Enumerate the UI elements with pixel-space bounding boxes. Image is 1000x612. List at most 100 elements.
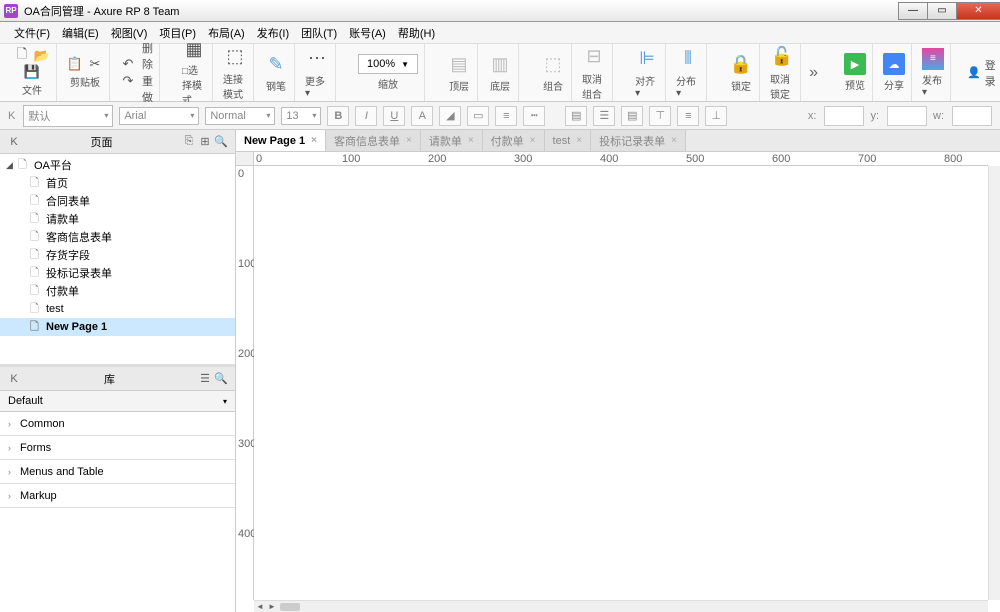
distribute-icon[interactable]: ⫴ [676, 47, 700, 71]
share-button[interactable]: ☁ [883, 53, 905, 75]
tab[interactable]: test× [545, 130, 592, 151]
menu-layout[interactable]: 布局(A) [202, 23, 251, 43]
add-folder-icon[interactable]: ⎘ [181, 135, 197, 148]
library-category[interactable]: ›Forms [0, 436, 235, 460]
collapse-toggle-icon[interactable]: ◢ [6, 160, 18, 171]
library-category[interactable]: ›Common [0, 412, 235, 436]
underline-button[interactable]: U [383, 106, 405, 126]
preview-button[interactable]: ▶ [844, 53, 866, 75]
x-input[interactable] [824, 106, 864, 126]
align-icon[interactable]: ⊫ [635, 47, 659, 71]
menu-publish[interactable]: 发布(I) [251, 23, 295, 43]
vertical-scrollbar[interactable] [988, 166, 1000, 600]
paste-icon[interactable]: 📋 [67, 56, 83, 72]
tab[interactable]: 请款单× [421, 130, 483, 151]
scroll-right-icon[interactable]: ► [266, 602, 278, 611]
w-input[interactable] [952, 106, 992, 126]
new-file-icon[interactable]: 🗋 [14, 48, 30, 64]
send-bottom-icon[interactable]: ▥ [488, 52, 512, 76]
add-page-icon[interactable]: ⊞ [197, 135, 213, 148]
border-width-button[interactable]: ≡ [495, 106, 517, 126]
connect-mode-icon[interactable]: ⬚ [223, 45, 247, 69]
menu-file[interactable]: 文件(F) [8, 23, 56, 43]
border-color-button[interactable]: ▭ [467, 106, 489, 126]
tree-page[interactable]: 🗋首页 [0, 174, 235, 192]
publish-button[interactable]: ≡ [922, 48, 944, 70]
library-select[interactable]: Default▾ [0, 391, 235, 412]
align-middle-button[interactable]: ≡ [677, 106, 699, 126]
cut-icon[interactable]: ✂ [87, 56, 103, 72]
group-icon[interactable]: ⬚ [541, 52, 565, 76]
menu-edit[interactable]: 编辑(E) [56, 23, 105, 43]
italic-button[interactable]: I [355, 106, 377, 126]
scrollbar-thumb[interactable] [280, 603, 300, 611]
align-bottom-button[interactable]: ⊥ [705, 106, 727, 126]
library-category[interactable]: ›Menus and Table [0, 460, 235, 484]
tree-page[interactable]: 🗋test [0, 300, 235, 318]
font-size-select[interactable]: 13▾ [281, 107, 321, 125]
delete-label[interactable]: 删除 [142, 40, 153, 72]
panel-collapse-icon[interactable]: K [6, 136, 22, 148]
library-category[interactable]: ›Markup [0, 484, 235, 508]
tree-page[interactable]: 🗋存货字段 [0, 246, 235, 264]
tab[interactable]: 付款单× [483, 130, 545, 151]
redo-label[interactable]: 重做 [142, 73, 153, 105]
minimize-button[interactable]: — [898, 2, 928, 20]
tree-page[interactable]: 🗋投标记录表单 [0, 264, 235, 282]
close-tab-icon[interactable]: × [576, 135, 582, 146]
font-select[interactable]: Arial▾ [119, 107, 199, 125]
search-pages-icon[interactable]: 🔍 [213, 135, 229, 148]
unlock-icon[interactable]: 🔓 [770, 45, 794, 69]
search-library-icon[interactable]: 🔍 [213, 372, 229, 385]
close-tab-icon[interactable]: × [468, 135, 474, 146]
tree-page[interactable]: 🗋合同表单 [0, 192, 235, 210]
overflow-icon[interactable]: » [805, 64, 822, 82]
more-icon[interactable]: ⋯ [305, 47, 329, 71]
y-input[interactable] [887, 106, 927, 126]
fill-color-button[interactable]: ◢ [439, 106, 461, 126]
bring-top-icon[interactable]: ▤ [447, 52, 471, 76]
select-mode-icon[interactable]: ▦ [182, 39, 206, 60]
menu-help[interactable]: 帮助(H) [392, 23, 441, 43]
close-button[interactable]: ✕ [956, 2, 1000, 20]
bold-button[interactable]: B [327, 106, 349, 126]
design-canvas[interactable] [254, 166, 988, 600]
close-tab-icon[interactable]: × [530, 135, 536, 146]
font-style-select[interactable]: Normal▾ [205, 107, 275, 125]
tab-active[interactable]: New Page 1× [236, 130, 326, 151]
library-menu-icon[interactable]: ☰ [197, 372, 213, 385]
close-tab-icon[interactable]: × [311, 135, 317, 146]
align-right-button[interactable]: ▤ [621, 106, 643, 126]
login-button[interactable]: 👤 登录 [967, 57, 996, 89]
zoom-select[interactable]: 100%▼ [358, 54, 418, 74]
scroll-left-icon[interactable]: ◄ [254, 602, 266, 611]
tree-page[interactable]: 🗋付款单 [0, 282, 235, 300]
horizontal-scrollbar[interactable]: ◄ ► [254, 600, 988, 612]
pen-icon[interactable]: ✎ [264, 52, 288, 76]
tree-page-selected[interactable]: 🗋New Page 1 [0, 318, 235, 336]
vertical-ruler[interactable]: 0 100 200 300 400 [236, 166, 254, 600]
menu-team[interactable]: 团队(T) [295, 23, 343, 43]
text-color-button[interactable]: A [411, 106, 433, 126]
close-tab-icon[interactable]: × [671, 135, 677, 146]
lock-icon[interactable]: 🔒 [729, 52, 753, 76]
tree-folder[interactable]: ◢ 🗋 OA平台 [0, 156, 235, 174]
close-tab-icon[interactable]: × [406, 135, 412, 146]
border-style-button[interactable]: ┅ [523, 106, 545, 126]
save-icon[interactable]: 💾 [24, 64, 40, 80]
tree-page[interactable]: 🗋客商信息表单 [0, 228, 235, 246]
maximize-button[interactable]: ▭ [927, 2, 957, 20]
align-top-button[interactable]: ⊤ [649, 106, 671, 126]
panel-collapse-icon[interactable]: K [6, 373, 22, 385]
tab[interactable]: 投标记录表单× [591, 130, 686, 151]
tab[interactable]: 客商信息表单× [326, 130, 421, 151]
redo-icon[interactable]: ↷ [120, 73, 136, 89]
undo-icon[interactable]: ↶ [120, 56, 136, 72]
horizontal-ruler[interactable]: 0 100 200 300 400 500 600 700 800 [254, 152, 988, 166]
tree-page[interactable]: 🗋请款单 [0, 210, 235, 228]
align-left-button[interactable]: ▤ [565, 106, 587, 126]
style-select[interactable]: 默认▾ [23, 105, 113, 127]
ungroup-icon[interactable]: ⊟ [582, 45, 606, 69]
open-file-icon[interactable]: 📂 [34, 48, 50, 64]
menu-account[interactable]: 账号(A) [343, 23, 392, 43]
